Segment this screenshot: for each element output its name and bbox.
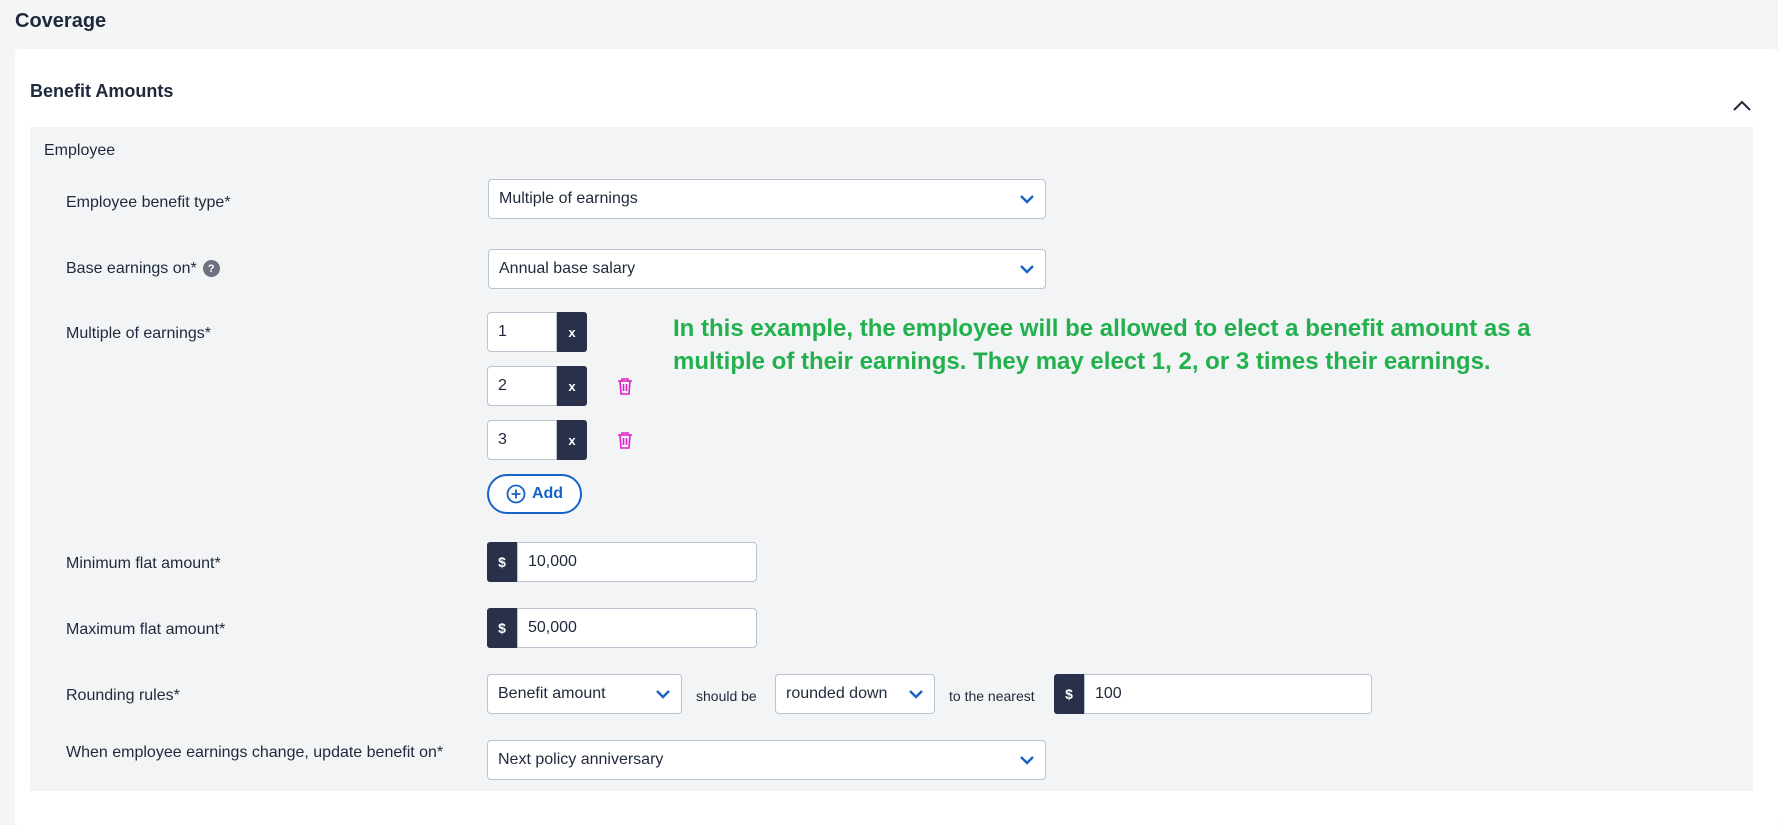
multiple-row-2: 2 x [487, 366, 587, 406]
base-earnings-value: Annual base salary [499, 260, 636, 277]
benefit-type-label: Employee benefit type* [66, 194, 231, 211]
times-badge: x [557, 420, 587, 460]
chevron-up-icon [1733, 100, 1751, 111]
trash-icon [618, 378, 632, 395]
multiple-input-1[interactable]: 1 [487, 312, 557, 352]
times-badge: x [557, 312, 587, 352]
rounding-connector-1: should be [696, 688, 757, 704]
multiple-input-3[interactable]: 3 [487, 420, 557, 460]
rounding-direction-value: rounded down [786, 685, 888, 702]
min-flat-label: Minimum flat amount* [66, 555, 221, 572]
trash-icon [618, 432, 632, 449]
benefit-type-select[interactable]: Multiple of earnings [488, 179, 1046, 219]
rounding-amount-group: $ 100 [1054, 674, 1372, 714]
max-flat-input[interactable]: 50,000 [517, 608, 757, 648]
chevron-down-icon [1019, 755, 1035, 765]
multiple-input-2[interactable]: 2 [487, 366, 557, 406]
rounding-direction-select[interactable]: rounded down [775, 674, 935, 714]
min-flat-input[interactable]: 10,000 [517, 542, 757, 582]
min-flat-group: $ 10,000 [487, 542, 757, 582]
section-title: Benefit Amounts [30, 81, 174, 101]
update-on-select[interactable]: Next policy anniversary [487, 740, 1046, 780]
base-earnings-label: Base earnings on*? [66, 260, 220, 278]
multiple-row-1: 1 x [487, 312, 587, 352]
collapse-button[interactable] [1730, 95, 1754, 115]
base-earnings-select[interactable]: Annual base salary [488, 249, 1046, 289]
max-flat-group: $ 50,000 [487, 608, 757, 648]
employee-subsection-title: Employee [44, 142, 116, 159]
rounding-label: Rounding rules* [66, 687, 180, 704]
chevron-down-icon [655, 689, 671, 699]
base-earnings-label-text: Base earnings on* [66, 260, 197, 277]
update-on-value: Next policy anniversary [498, 751, 664, 768]
help-icon[interactable]: ? [202, 260, 220, 278]
multiple-row-3: 3 x [487, 420, 587, 460]
delete-multiple-3-button[interactable] [616, 430, 634, 450]
chevron-down-icon [1019, 194, 1035, 204]
dollar-prefix: $ [487, 542, 517, 582]
multiple-earnings-label: Multiple of earnings* [66, 325, 211, 342]
add-button-label: Add [531, 485, 564, 502]
times-badge: x [557, 366, 587, 406]
rounding-basis-select[interactable]: Benefit amount [487, 674, 682, 714]
rounding-basis-value: Benefit amount [498, 685, 606, 702]
page-title: Coverage [15, 10, 107, 32]
dollar-prefix: $ [1054, 674, 1084, 714]
benefit-type-value: Multiple of earnings [499, 190, 638, 207]
plus-circle-icon [506, 484, 526, 504]
annotation-text: In this example, the employee will be al… [673, 315, 1531, 375]
chevron-down-icon [1019, 264, 1035, 274]
chevron-down-icon [908, 689, 924, 699]
max-flat-label: Maximum flat amount* [66, 621, 226, 638]
update-on-label: When employee earnings change, update be… [66, 744, 444, 761]
rounding-amount-input[interactable]: 100 [1084, 674, 1372, 714]
add-multiple-button[interactable]: Add [487, 474, 582, 514]
delete-multiple-2-button[interactable] [616, 376, 634, 396]
rounding-connector-2: to the nearest [949, 688, 1035, 704]
dollar-prefix: $ [487, 608, 517, 648]
